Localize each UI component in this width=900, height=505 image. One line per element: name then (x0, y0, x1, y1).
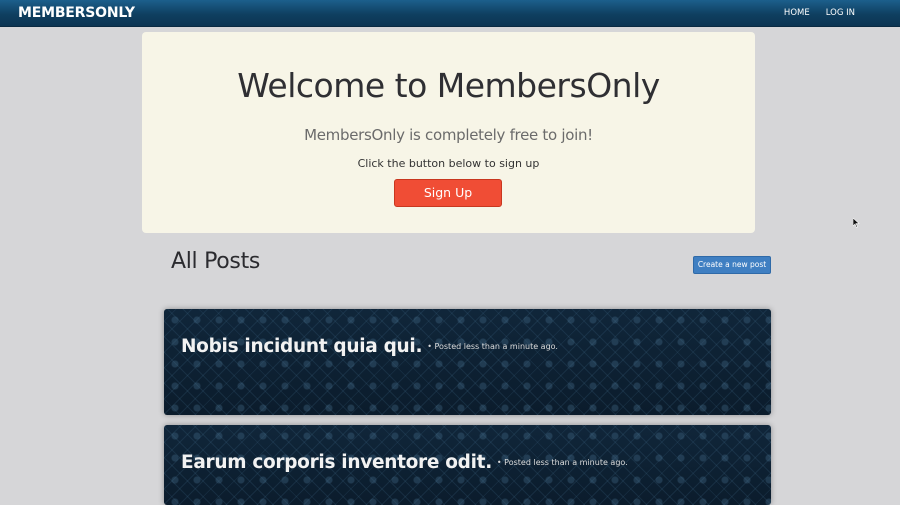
welcome-title: Welcome to MembersOnly (237, 66, 660, 105)
nav-login-link[interactable]: LOG IN (826, 8, 855, 18)
nav-home-link[interactable]: HOME (784, 8, 810, 18)
post-title: Nobis incidunt quia qui. (181, 336, 423, 357)
brand-logo[interactable]: MEMBERSONLY (18, 5, 135, 21)
post-timestamp: • Posted less than a minute ago. (496, 458, 628, 467)
nav-links: HOME LOG IN (784, 8, 855, 18)
post-title: Earum corporis inventore odit. (181, 452, 492, 473)
signup-instruction: Click the button below to sign up (357, 157, 540, 170)
welcome-jumbotron: Welcome to MembersOnly MembersOnly is co… (142, 32, 755, 233)
create-post-button[interactable]: Create a new post (693, 256, 771, 274)
post-card: Nobis incidunt quia qui. • Posted less th… (164, 309, 771, 415)
mouse-pointer-icon (853, 218, 860, 228)
sign-up-button[interactable]: Sign Up (394, 179, 502, 207)
post-timestamp: • Posted less than a minute ago. (427, 342, 558, 351)
post-card: Earum corporis inventore odit. • Posted l… (164, 425, 771, 505)
top-navbar: MEMBERSONLY HOME LOG IN (0, 0, 900, 27)
all-posts-heading: All Posts (171, 249, 261, 274)
welcome-lead: MembersOnly is completely free to join! (304, 126, 593, 144)
